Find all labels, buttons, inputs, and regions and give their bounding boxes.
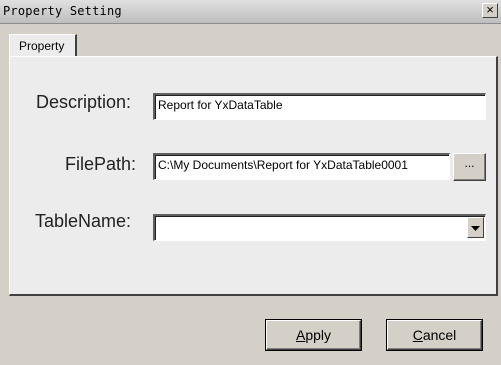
cancel-mnemonic: C	[412, 327, 423, 343]
cancel-button[interactable]: Cancel	[387, 320, 482, 350]
browse-button[interactable]: ...	[453, 153, 486, 181]
tablename-select[interactable]	[153, 214, 486, 241]
window-title: Property Setting	[3, 4, 122, 18]
description-input[interactable]: Report for YxDataTable	[153, 93, 486, 120]
property-setting-dialog: Property Setting × Property Description:…	[0, 0, 501, 365]
tablename-label: TableName:	[35, 211, 132, 231]
description-label: Description:	[36, 92, 132, 112]
apply-button[interactable]: Apply	[266, 320, 361, 350]
chevron-down-icon	[471, 226, 480, 231]
cancel-label: ancel	[422, 327, 457, 343]
apply-label: pply	[305, 327, 332, 343]
title-bar[interactable]: Property Setting ×	[0, 0, 501, 24]
dropdown-button[interactable]	[467, 217, 484, 238]
tab-property-label: Property	[19, 39, 65, 53]
tab-property[interactable]: Property	[9, 34, 77, 56]
browse-button-label: ...	[464, 156, 475, 170]
filepath-input[interactable]: C:\My Documents\Report for YxDataTable00…	[153, 153, 450, 180]
close-icon: ×	[486, 2, 494, 17]
close-button[interactable]: ×	[482, 3, 498, 18]
filepath-label: FilePath:	[65, 154, 137, 174]
apply-mnemonic: A	[295, 327, 306, 343]
